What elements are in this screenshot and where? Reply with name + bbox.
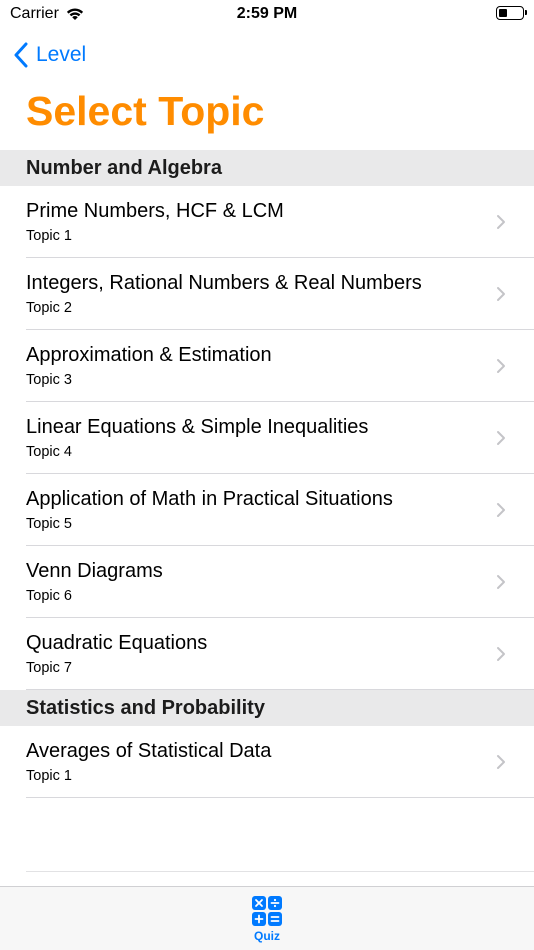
tab-quiz-label: Quiz (254, 929, 280, 943)
topic-row[interactable]: Venn Diagrams Topic 6 (0, 546, 534, 618)
chevron-right-icon (497, 647, 505, 661)
chevron-left-icon (14, 42, 28, 68)
chevron-right-icon (497, 215, 505, 229)
status-time: 2:59 PM (236, 5, 298, 22)
topic-table: Number and Algebra Prime Numbers, HCF & … (0, 150, 534, 798)
topic-title: Averages of Statistical Data (26, 740, 272, 762)
topic-subtitle: Topic 1 (26, 228, 72, 244)
topic-title: Approximation & Estimation (26, 344, 272, 366)
topic-title: Integers, Rational Numbers & Real Number… (26, 272, 422, 294)
topic-subtitle: Topic 5 (26, 516, 72, 532)
topic-subtitle: Topic 6 (26, 588, 72, 604)
topic-subtitle: Topic 1 (26, 768, 72, 784)
topic-title: Venn Diagrams (26, 560, 163, 582)
topic-row[interactable]: Prime Numbers, HCF & LCM Topic 1 (0, 186, 534, 258)
topic-title: Quadratic Equations (26, 632, 208, 654)
topic-title: Prime Numbers, HCF & LCM (26, 200, 284, 222)
chevron-right-icon (497, 287, 505, 301)
tab-quiz[interactable]: Quiz (237, 895, 297, 949)
chevron-right-icon (497, 503, 505, 517)
topic-title: Linear Equations & Simple Inequalities (26, 416, 369, 438)
topic-subtitle: Topic 4 (26, 444, 72, 460)
topic-subtitle: Topic 2 (26, 300, 72, 316)
chevron-right-icon (497, 755, 505, 769)
chevron-right-icon (497, 575, 505, 589)
topic-subtitle: Topic 7 (26, 660, 72, 676)
topic-row[interactable]: Averages of Statistical Data Topic 1 (0, 726, 534, 798)
topic-subtitle: Topic 3 (26, 372, 72, 388)
section-header: Statistics and Probability (0, 690, 534, 726)
topic-title: Application of Math in Practical Situati… (26, 488, 393, 510)
topic-row[interactable]: Quadratic Equations Topic 7 (0, 618, 534, 690)
calculator-icon (252, 896, 282, 926)
status-bar: Carrier 2:59 PM (0, 0, 534, 30)
empty-row-separator (26, 871, 534, 872)
battery-icon (496, 6, 527, 20)
topic-row[interactable]: Linear Equations & Simple Inequalities T… (0, 402, 534, 474)
page-title: Select Topic (26, 88, 265, 134)
tab-bar: Quiz (0, 886, 534, 950)
chevron-right-icon (497, 431, 505, 445)
back-button[interactable]: Level (14, 40, 86, 70)
chevron-right-icon (497, 359, 505, 373)
section-header: Number and Algebra (0, 150, 534, 186)
back-button-label: Level (36, 43, 87, 66)
topic-row[interactable]: Approximation & Estimation Topic 3 (0, 330, 534, 402)
topic-row[interactable]: Application of Math in Practical Situati… (0, 474, 534, 546)
topic-row[interactable]: Integers, Rational Numbers & Real Number… (0, 258, 534, 330)
